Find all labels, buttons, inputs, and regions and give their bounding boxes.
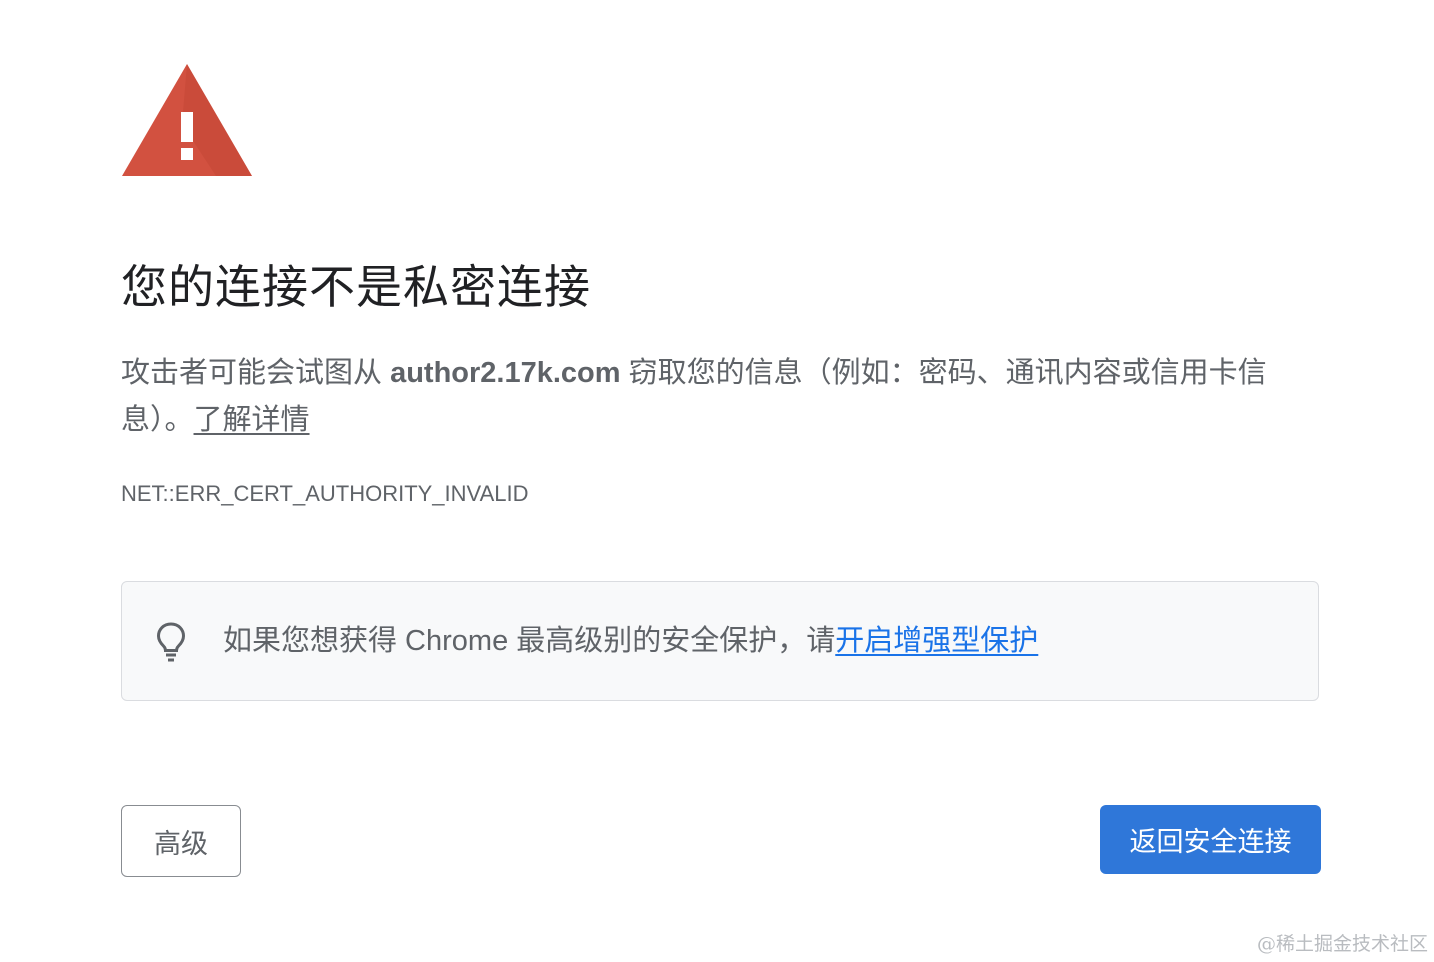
warning-triangle-icon	[122, 64, 252, 176]
enable-enhanced-protection-link[interactable]: 开启增强型保护	[835, 625, 1038, 657]
watermark: @稀土掘金技术社区	[1256, 933, 1428, 955]
learn-more-link[interactable]: 了解详情	[194, 404, 310, 436]
lightbulb-icon	[156, 622, 186, 662]
back-to-safety-button[interactable]: 返回安全连接	[1100, 805, 1321, 874]
protection-message: 如果您想获得 Chrome 最高级别的安全保护，请	[223, 625, 836, 657]
protection-text: 如果您想获得 Chrome 最高级别的安全保护，请开启增强型保护	[223, 620, 1038, 662]
page-title: 您的连接不是私密连接	[121, 261, 591, 313]
domain-name: author2.17k.com	[390, 357, 621, 389]
interstitial-page: 您的连接不是私密连接 攻击者可能会试图从 author2.17k.com 窃取您…	[0, 0, 1434, 962]
description-text: 攻击者可能会试图从 author2.17k.com 窃取您的信息（例如：密码、通…	[121, 350, 1321, 444]
enhanced-protection-box: 如果您想获得 Chrome 最高级别的安全保护，请开启增强型保护	[121, 581, 1319, 701]
error-code: NET::ERR_CERT_AUTHORITY_INVALID	[121, 481, 529, 506]
advanced-button[interactable]: 高级	[121, 805, 241, 877]
description-prefix: 攻击者可能会试图从	[121, 357, 391, 389]
